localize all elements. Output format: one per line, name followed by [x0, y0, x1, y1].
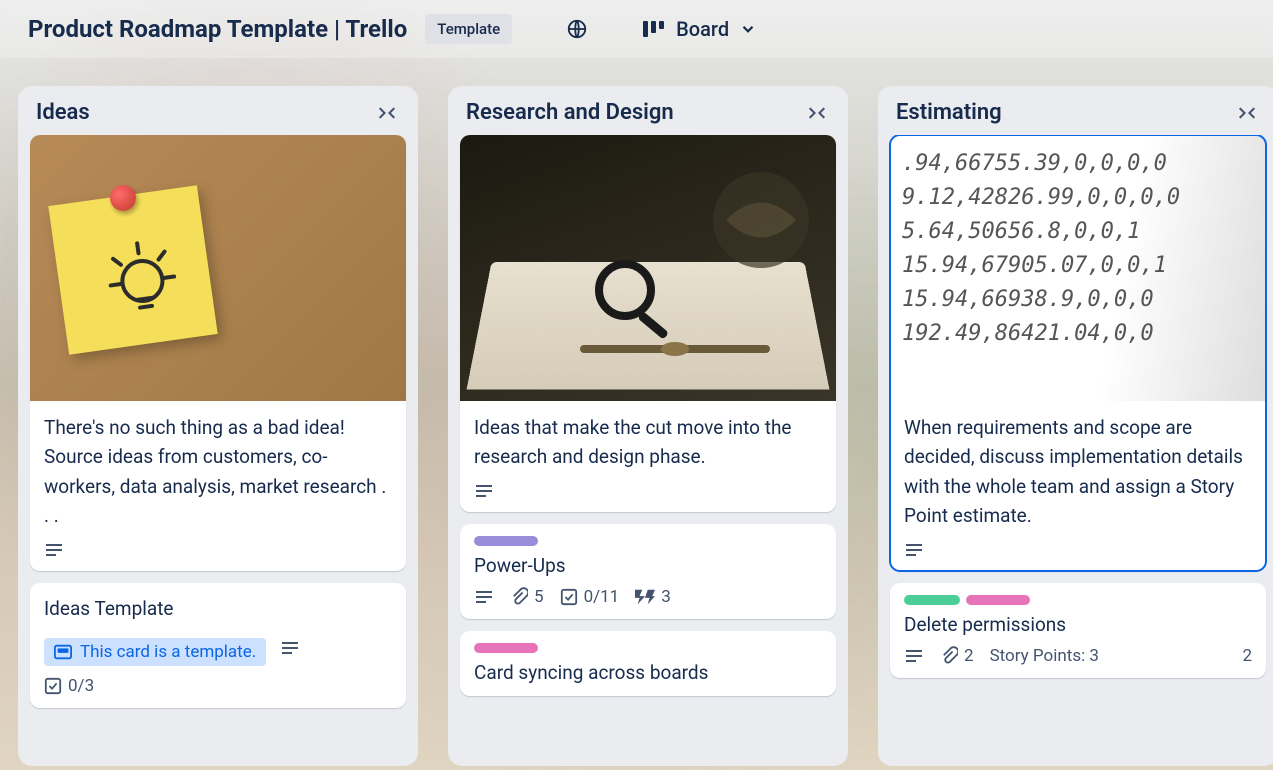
description-icon [44, 541, 64, 559]
collapse-list-icon[interactable] [1234, 104, 1260, 122]
board-canvas: Ideas There's no such thing as a b [0, 58, 1273, 766]
attachment-badge: 5 [510, 587, 544, 607]
card-labels[interactable] [474, 643, 822, 653]
description-icon [904, 541, 924, 559]
card-title: Card syncing across boards [474, 661, 822, 684]
card-cover-image: .94,66755.39,0,0,0,0 9.12,42826.99,0,0,0… [890, 135, 1266, 401]
story-points-badge: Story Points: 3 [990, 646, 1099, 666]
card-cover-image [30, 135, 406, 401]
card-labels[interactable] [904, 595, 1252, 605]
view-label: Board [676, 17, 729, 41]
checklist-badge: 0/11 [560, 587, 620, 607]
card[interactable]: Delete permissions 2 Story Points: 3 2 [890, 583, 1266, 678]
list-ideas: Ideas There's no such thing as a b [18, 86, 418, 766]
card-text: When requirements and scope are decided,… [904, 413, 1252, 531]
template-chip[interactable]: Template [425, 14, 512, 44]
card-title: Ideas Template [44, 597, 392, 620]
collapse-list-icon[interactable] [804, 104, 830, 122]
board-view-icon [642, 19, 666, 39]
list-title[interactable]: Estimating [896, 100, 1002, 125]
extra-badge: 2 [1242, 646, 1252, 666]
view-switcher[interactable]: Board [642, 17, 757, 41]
globe-icon[interactable] [566, 18, 588, 40]
board-title: Product Roadmap Template | Trello [28, 15, 407, 43]
collapse-list-icon[interactable] [374, 104, 400, 122]
description-icon [474, 482, 494, 500]
card-cover-image [460, 135, 836, 401]
card[interactable]: Ideas that make the cut move into the re… [460, 135, 836, 512]
powerup-badge: 3 [635, 587, 671, 607]
card[interactable]: There's no such thing as a bad idea! Sou… [30, 135, 406, 571]
list-research-design: Research and Design Ideas that make the … [448, 86, 848, 766]
description-icon [474, 588, 494, 606]
list-estimating: Estimating .94,66755.39,0,0,0,0 9.12,428… [878, 86, 1273, 766]
board-header: Product Roadmap Template | Trello Templa… [0, 0, 1273, 58]
card-title: Delete permissions [904, 613, 1252, 636]
card-text: There's no such thing as a bad idea! Sou… [44, 413, 392, 531]
card[interactable]: .94,66755.39,0,0,0,0 9.12,42826.99,0,0,0… [890, 135, 1266, 571]
card[interactable]: Ideas Template This card is a template. [30, 583, 406, 708]
list-title[interactable]: Ideas [36, 100, 90, 125]
description-icon [280, 639, 300, 657]
chevron-down-icon [739, 20, 757, 38]
card-title: Power-Ups [474, 554, 822, 577]
template-badge: This card is a template. [44, 638, 266, 666]
card-labels[interactable] [474, 536, 822, 546]
card-text: Ideas that make the cut move into the re… [474, 413, 822, 472]
checklist-badge: 0/3 [44, 676, 94, 696]
description-icon [904, 647, 924, 665]
list-title[interactable]: Research and Design [466, 100, 674, 125]
attachment-badge: 2 [940, 646, 974, 666]
card[interactable]: Card syncing across boards [460, 631, 836, 696]
card[interactable]: Power-Ups 5 0/11 [460, 524, 836, 619]
